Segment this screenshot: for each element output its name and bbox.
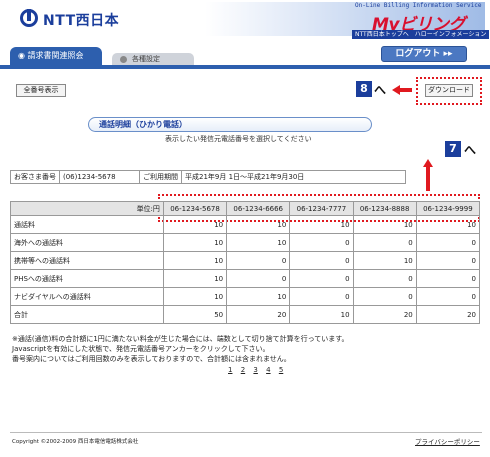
caret-icon: へ [374,83,387,97]
row-label: 合計 [10,305,164,324]
charge-cell: 50 [162,305,228,324]
charge-cell: 10 [415,215,481,234]
page-link[interactable]: 5 [279,366,283,374]
charge-cell: 0 [226,251,291,270]
charge-cell: 0 [289,269,354,288]
customer-info-row: お客さま番号 (06)1234-5678 ご利用期間 平成21年9月 1日〜平成… [10,170,406,184]
show-all-numbers-button[interactable]: 全番号表示 [16,84,66,97]
note-line: 番号案内についてはご利用回数のみを表示しておりますので、合計額には含まれません。 [12,355,291,363]
charge-cell: 0 [289,251,354,270]
note-line: ※通話(通信)料の合計額に1円に満たない料金が生じた場合には、端数として切り捨て… [12,335,349,343]
customer-number-label: お客さま番号 [11,171,60,183]
table-header-row: 単位:円 06-1234-5678 06-1234-6666 06-1234-7777… [10,201,481,216]
logout-button[interactable]: ログアウト ▸▸ [381,46,467,62]
charge-cell: 0 [415,233,481,252]
charge-cell: 0 [415,287,481,306]
phone-number-link[interactable]: 06-1234-6666 [226,201,291,216]
footer-divider [10,432,482,433]
callout-badge-8: 8 [356,81,372,97]
customer-number-value: (06)1234-5678 [60,171,140,183]
page-link[interactable]: 4 [266,366,270,374]
charge-cell: 0 [415,269,481,288]
charge-cell: 10 [289,305,354,324]
row-label: 携帯等への通話料 [10,251,164,270]
copyright-text: Copyright ©2002-2009 西日本電信電話株式会社 [12,439,139,445]
page-link[interactable]: 2 [241,366,245,374]
charge-cell: 20 [352,305,417,324]
note-line: Javascriptを有効にした状態で、発信元電話番号アンカーをクリックして下さ… [12,345,270,353]
company-logo-text: NTT西日本 [43,13,120,29]
charge-cell: 10 [226,287,291,306]
charge-cell: 0 [289,233,354,252]
phone-number-link[interactable]: 06-1234-5678 [162,201,228,216]
charge-cell: 20 [226,305,291,324]
charge-cell: 10 [162,215,228,234]
charge-cell: 20 [415,305,481,324]
charge-cell: 0 [352,233,417,252]
download-button[interactable]: ダウンロード [425,84,473,97]
charge-cell: 10 [162,233,228,252]
unit-label: 単位:円 [10,201,164,216]
instruction-text: 表示したい発信元電話番号を選択してください [165,135,312,143]
page-link[interactable]: 3 [253,366,257,374]
tab-billing-inquiry[interactable]: ◉ 請求書関連照会 [10,47,102,65]
red-arrow-up-icon [423,159,433,191]
charge-cell: 0 [289,287,354,306]
usage-period-label: ご利用期間 [140,171,182,183]
tab-arrow-icon: ◉ [18,51,28,60]
charge-cell: 10 [289,215,354,234]
row-label: 通話料 [10,215,164,234]
section-title: 通話明細（ひかり電話） [88,117,372,132]
call-details-table: 単位:円 06-1234-5678 06-1234-6666 06-1234-7777… [10,201,481,324]
notes: ※通話(通信)料の合計額に1円に満たない料金が生じた場合には、端数として切り捨て… [12,334,349,364]
callout-badge-7: 7 [445,141,461,157]
table-row: ナビダイヤルへの通話料 10 10 0 0 0 [10,287,481,306]
header-links[interactable]: NTT西日本トップへ ハローインフォメーション [352,30,490,39]
phone-number-link[interactable]: 06-1234-7777 [289,201,354,216]
usage-period-value: 平成21年9月 1日〜平成21年9月30日 [185,173,305,181]
charge-cell: 0 [352,287,417,306]
pagination: 1 2 3 4 5 [228,366,289,374]
privacy-policy-link[interactable]: プライバシーポリシー [415,436,480,446]
row-label: PHSへの通話料 [10,269,164,288]
charge-cell: 0 [352,269,417,288]
table-row: 通話料 10 10 10 10 10 [10,215,481,234]
charge-cell: 0 [226,269,291,288]
charge-cell: 10 [162,269,228,288]
charge-cell: 10 [226,215,291,234]
row-label: 海外への通話料 [10,233,164,252]
table-row: 海外への通話料 10 10 0 0 0 [10,233,481,252]
table-row: 携帯等への通話料 10 0 0 10 0 [10,251,481,270]
tab-dot-icon [120,56,127,63]
charge-cell: 10 [162,251,228,270]
charge-cell: 10 [162,287,228,306]
service-tagline: On-Line Billing Information Service [355,2,482,9]
caret-icon: へ [464,143,477,157]
charge-cell: 10 [352,251,417,270]
table-row: 合計 50 20 10 20 20 [10,305,481,324]
charge-cell: 10 [352,215,417,234]
ntt-logo-icon [20,9,38,27]
charge-cell: 0 [415,251,481,270]
tab-bar-divider [0,65,490,69]
phone-number-link[interactable]: 06-1234-8888 [352,201,417,216]
table-row: PHSへの通話料 10 0 0 0 0 [10,269,481,288]
page-link[interactable]: 1 [228,366,232,374]
phone-number-link[interactable]: 06-1234-9999 [415,201,481,216]
row-label: ナビダイヤルへの通話料 [10,287,164,306]
charge-cell: 10 [226,233,291,252]
red-arrow-left-icon [392,85,412,95]
